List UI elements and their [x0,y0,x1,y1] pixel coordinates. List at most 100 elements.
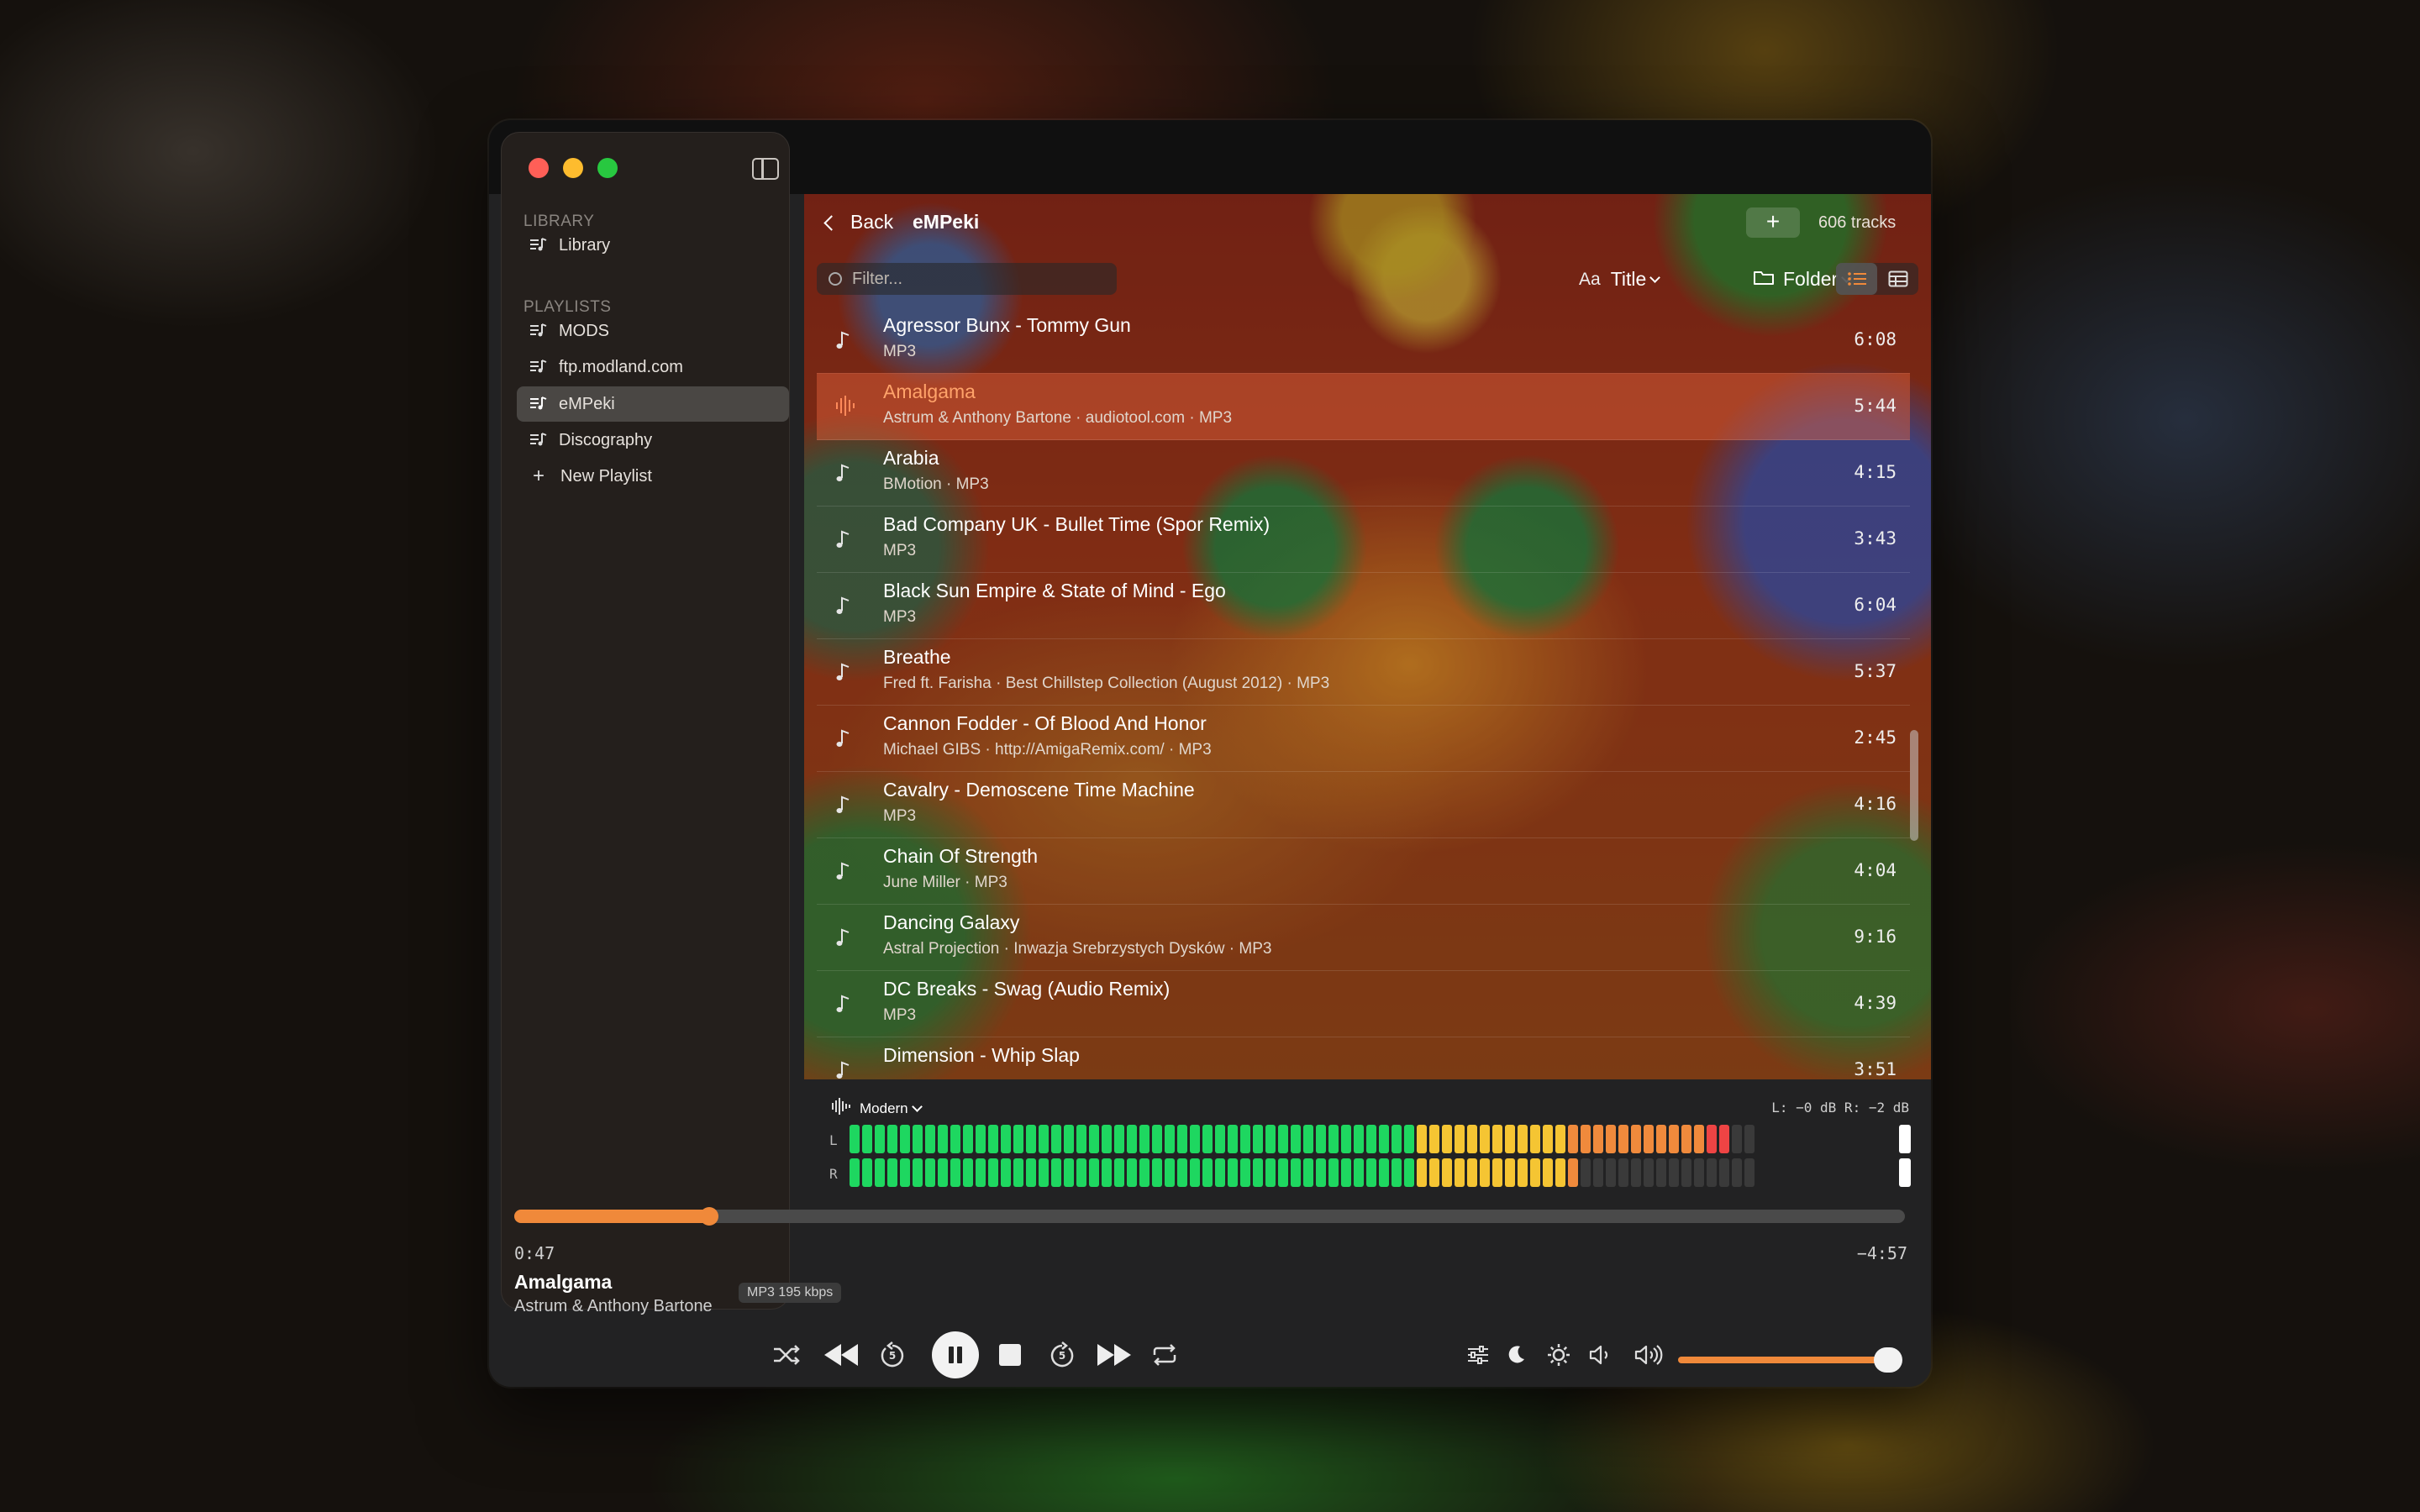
meter-segment [1253,1125,1263,1153]
meter-segment [1518,1158,1528,1187]
previous-button[interactable] [821,1331,861,1378]
meter-segment [1328,1125,1339,1153]
close-window-button[interactable] [529,158,549,178]
view-mode-toggle [1836,263,1918,295]
track-row[interactable]: Dancing Galaxy Astral Projection · Inwazj… [817,904,1910,971]
meter-segment [1013,1125,1023,1153]
track-row[interactable]: Amalgama Astrum & Anthony Bartone · audio… [817,373,1910,440]
filter-input[interactable] [850,268,1106,290]
track-duration: 5:37 [1854,661,1897,681]
track-list-panel: Back eMPeki + 606 tracks Aa Title Folder [804,194,1931,1079]
sleep-timer-button[interactable] [1502,1331,1529,1378]
track-row[interactable]: Arabia BMotion · MP3 4:15 [817,439,1910,507]
music-note-icon [835,795,850,819]
sort-dropdown[interactable]: Aa Title [1579,268,1661,291]
meter-segment [1165,1158,1175,1187]
track-row[interactable]: Black Sun Empire & State of Mind - Ego MP… [817,572,1910,639]
meter-segment [963,1158,973,1187]
maximize-window-button[interactable] [597,158,618,178]
new-playlist-button[interactable]: + New Playlist [517,459,789,494]
meter-segment [1278,1158,1288,1187]
meter-segment [1744,1158,1754,1187]
meter-segment [1366,1158,1376,1187]
repeat-button[interactable] [1150,1331,1180,1378]
equalizer-button[interactable] [1465,1331,1491,1378]
meter-segment [1177,1125,1187,1153]
track-meta: MP3 [883,807,917,825]
meter-segment [1656,1125,1666,1153]
meter-segment [862,1158,872,1187]
sidebar-item-discography[interactable]: Discography [517,423,789,458]
meter-segment [900,1125,910,1153]
meter-segment [1417,1125,1427,1153]
track-meta: MP3 [883,1006,917,1024]
meter-segment [850,1158,860,1187]
table-icon [1888,270,1907,287]
next-button[interactable] [1094,1331,1134,1378]
speaker-low-icon [1589,1345,1608,1365]
volume-slider[interactable] [1678,1357,1897,1363]
meter-segment [1076,1158,1086,1187]
meter-segment [1543,1158,1553,1187]
sidebar-item-mods[interactable]: MODS [517,313,789,349]
volume-up-button[interactable] [1634,1331,1664,1378]
track-row[interactable]: Cannon Fodder - Of Blood And Honor Michae… [817,705,1910,772]
meter-segment [913,1158,923,1187]
seek-bar[interactable] [514,1207,1905,1226]
chevron-down-icon [911,1100,923,1112]
music-note-icon [835,330,850,354]
track-row[interactable]: DC Breaks - Swag (Audio Remix) MP3 4:39 [817,970,1910,1037]
sidebar-item-empeki[interactable]: eMPeki [517,386,789,422]
add-tracks-button[interactable]: + [1746,207,1800,238]
skip-forward-5-icon: 5 [1050,1341,1074,1368]
track-row[interactable]: Breathe Fred ft. Farisha · Best Chillstep… [817,638,1910,706]
meter-segment [1543,1125,1553,1153]
track-row[interactable]: Dimension - Whip Slap 3:51 [817,1037,1910,1079]
track-meta: Astrum & Anthony Bartone · audiotool.com… [883,409,1233,427]
playlist-icon [523,359,554,375]
meter-segment [1644,1158,1654,1187]
skip-back-5-button[interactable]: 5 [877,1331,908,1378]
meter-segment [1581,1158,1591,1187]
play-pause-button[interactable] [931,1331,980,1378]
meter-segment [1744,1125,1754,1153]
back-button[interactable]: Back [823,211,893,234]
stop-button[interactable] [997,1331,1023,1378]
meter-segment [1291,1125,1301,1153]
volume-handle[interactable] [1874,1347,1902,1373]
track-row[interactable]: Chain Of Strength June Miller · MP3 4:04 [817,837,1910,905]
grid-view-button[interactable] [1877,263,1918,295]
meter-segment [1455,1125,1465,1153]
list-view-button[interactable] [1836,263,1877,295]
track-row[interactable]: Cavalry - Demoscene Time Machine MP3 4:16 [817,771,1910,838]
filter-field[interactable] [817,263,1117,295]
seek-handle[interactable] [700,1207,718,1226]
chevron-down-icon [1649,271,1661,283]
track-title: Chain Of Strength [883,845,1039,867]
meter-segment [963,1125,973,1153]
track-row[interactable]: Agressor Bunx - Tommy Gun MP3 6:08 [817,307,1910,374]
sidebar: LIBRARY Library PLAYLISTS MODS ftp.modla… [501,132,790,1310]
playlist-icon [523,323,554,339]
sidebar-toggle-icon[interactable] [752,158,779,180]
meter-segment [1719,1125,1729,1153]
fast-forward-icon [1097,1344,1131,1366]
sidebar-item-ftp-modland[interactable]: ftp.modland.com [517,349,789,385]
volume-down-button[interactable] [1587,1331,1616,1378]
meter-mode-dropdown[interactable]: Modern [831,1098,923,1119]
meter-segment [1707,1125,1717,1153]
meter-segment [976,1125,986,1153]
minimize-window-button[interactable] [563,158,583,178]
brightness-button[interactable] [1545,1331,1572,1378]
track-duration: 4:16 [1854,794,1897,814]
shuffle-button[interactable] [770,1331,803,1378]
sidebar-item-library[interactable]: Library [517,228,789,263]
meter-segment [1051,1125,1061,1153]
filter-icon [829,272,842,286]
meter-segment [1026,1125,1036,1153]
track-row[interactable]: Bad Company UK - Bullet Time (Spor Remix… [817,506,1910,573]
meter-segment [1681,1158,1691,1187]
chevron-left-icon [823,215,839,231]
skip-forward-5-button[interactable]: 5 [1047,1331,1077,1378]
scrollbar[interactable] [1910,730,1918,841]
